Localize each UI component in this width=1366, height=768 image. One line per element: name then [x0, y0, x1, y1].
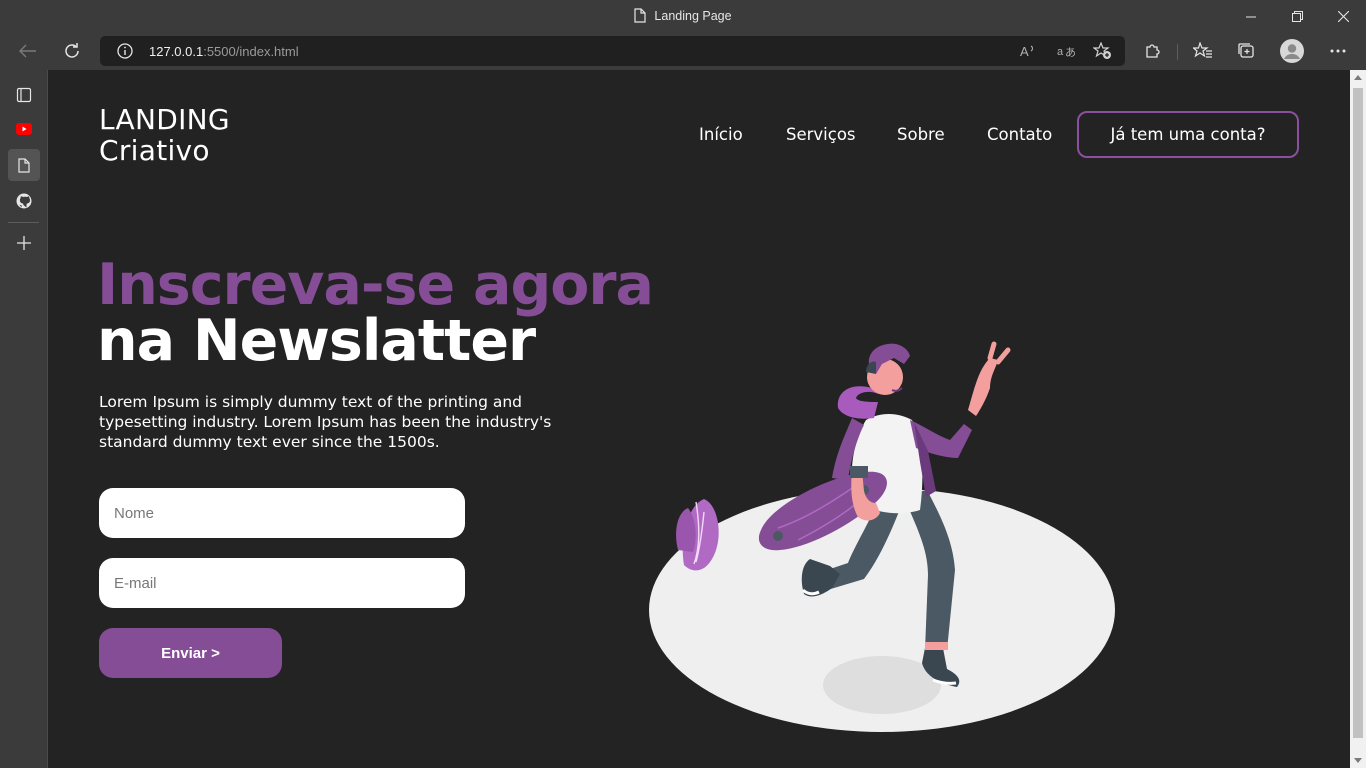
email-input[interactable]: [99, 558, 465, 608]
add-favorite-icon[interactable]: [1093, 42, 1112, 60]
more-icon: [1330, 49, 1346, 53]
site-logo[interactable]: LANDING Criativo: [99, 104, 230, 166]
puzzle-icon: [1146, 44, 1160, 58]
url-text: 127.0.0.1:5500/index.html: [149, 44, 299, 59]
collections-icon: [1238, 43, 1254, 58]
favorites-icon: [1192, 42, 1212, 58]
github-icon: [16, 193, 32, 209]
page-icon: [18, 157, 30, 173]
tab-actions-icon: [16, 87, 32, 103]
window-titlebar: Landing Page: [0, 0, 1366, 33]
skater-illustration: [649, 341, 1115, 732]
scroll-up-icon[interactable]: [1354, 75, 1362, 80]
avatar: [1280, 39, 1304, 63]
tab-actions-button[interactable]: [8, 79, 40, 111]
info-icon[interactable]: [117, 43, 133, 59]
collections-button[interactable]: [1230, 35, 1262, 67]
translate-icon[interactable]: aあ: [1057, 43, 1075, 59]
minimize-icon: [1246, 16, 1256, 17]
scroll-down-icon[interactable]: [1354, 758, 1362, 763]
svg-text:あ: あ: [1065, 46, 1075, 59]
url-host: 127.0.0.1: [149, 44, 204, 59]
browser-toolbar: 127.0.0.1:5500/index.html A aあ: [0, 33, 1366, 70]
nav-link-servicos[interactable]: Serviços: [786, 125, 856, 144]
scroll-thumb[interactable]: [1353, 88, 1363, 738]
svg-text:A: A: [1020, 44, 1029, 59]
favorites-button[interactable]: [1186, 35, 1218, 67]
nav-link-inicio[interactable]: Início: [699, 125, 743, 144]
address-bar[interactable]: 127.0.0.1:5500/index.html A aあ: [100, 36, 1125, 66]
landing-page-tab[interactable]: [8, 149, 40, 181]
refresh-button[interactable]: [56, 35, 88, 67]
back-arrow-icon: [19, 44, 36, 58]
page-scrollbar[interactable]: [1350, 70, 1366, 768]
back-button[interactable]: [12, 35, 44, 67]
hero-title-line2: na Newslatter: [97, 308, 536, 374]
close-window-button[interactable]: [1320, 0, 1366, 33]
restore-icon: [1291, 11, 1303, 22]
read-aloud-icon[interactable]: A: [1020, 43, 1038, 59]
url-path: :5500/index.html: [203, 44, 299, 59]
nav-link-contato[interactable]: Contato: [987, 125, 1052, 144]
browser-sidebar: [0, 70, 48, 768]
youtube-tab[interactable]: [8, 113, 40, 145]
extensions-button[interactable]: [1137, 35, 1169, 67]
github-tab[interactable]: [8, 185, 40, 217]
profile-button[interactable]: [1276, 35, 1308, 67]
toolbar-divider: [1177, 44, 1178, 60]
login-button[interactable]: Já tem uma conta?: [1077, 111, 1299, 158]
hero-description: Lorem Ipsum is simply dummy text of the …: [99, 393, 552, 451]
submit-button[interactable]: Enviar >: [99, 628, 282, 678]
window-title: Landing Page: [654, 9, 732, 23]
logo-line1: LANDING: [99, 103, 230, 136]
refresh-icon: [65, 43, 79, 58]
youtube-icon: [16, 123, 32, 135]
nav-link-sobre[interactable]: Sobre: [897, 125, 945, 144]
close-icon: [1337, 11, 1349, 22]
minimize-button[interactable]: [1228, 0, 1274, 33]
settings-menu-button[interactable]: [1322, 35, 1354, 67]
name-input[interactable]: [99, 488, 465, 538]
logo-line2: Criativo: [99, 134, 210, 167]
plus-icon: [17, 236, 31, 250]
sidebar-divider: [8, 222, 39, 223]
page-viewport: LANDING Criativo Início Serviços Sobre C…: [48, 70, 1350, 768]
new-tab-button[interactable]: [8, 227, 40, 259]
svg-text:a: a: [1057, 46, 1064, 58]
page-icon: [634, 8, 647, 23]
restore-button[interactable]: [1274, 0, 1320, 33]
